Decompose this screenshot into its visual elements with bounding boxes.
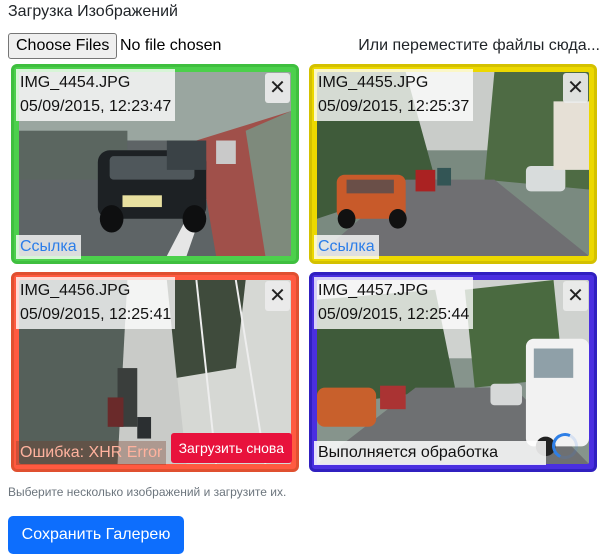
image-card-3: IMG_4456.JPG 05/09/2015, 12:25:41 ✕ Ошиб… (11, 272, 299, 472)
image-card-4: IMG_4457.JPG 05/09/2015, 12:25:44 ✕ Выпо… (309, 272, 597, 472)
upload-error-text: Ошибка: XHR Error (16, 441, 166, 465)
page-title: Загрузка Изображений (8, 3, 178, 20)
image-card-1: IMG_4454.JPG 05/09/2015, 12:23:47 ✕ Ссыл… (11, 64, 299, 264)
close-icon[interactable]: ✕ (265, 281, 290, 311)
close-icon[interactable]: ✕ (563, 73, 588, 103)
image-link[interactable]: Ссылка (16, 235, 81, 259)
image-filename: IMG_4454.JPG (20, 74, 131, 91)
image-link[interactable]: Ссылка (314, 235, 379, 259)
save-gallery-button[interactable]: Сохранить Галерею (8, 516, 184, 554)
image-meta: IMG_4455.JPG 05/09/2015, 12:25:37 (314, 69, 474, 121)
choose-files-button[interactable]: Choose Files (8, 33, 118, 59)
processing-status: Выполняется обработка (314, 441, 546, 465)
image-timestamp: 05/09/2015, 12:25:37 (318, 98, 470, 115)
image-filename: IMG_4456.JPG (20, 282, 131, 299)
image-timestamp: 05/09/2015, 12:25:44 (318, 306, 470, 323)
drop-zone-hint[interactable]: Или переместите файлы сюда... (358, 37, 600, 55)
image-meta: IMG_4456.JPG 05/09/2015, 12:25:41 (16, 277, 176, 329)
image-meta: IMG_4457.JPG 05/09/2015, 12:25:44 (314, 277, 474, 329)
image-card-2: IMG_4455.JPG 05/09/2015, 12:25:37 ✕ Ссыл… (309, 64, 597, 264)
image-filename: IMG_4457.JPG (318, 282, 429, 299)
image-filename: IMG_4455.JPG (318, 74, 429, 91)
retry-upload-button[interactable]: Загрузить снова (170, 433, 292, 463)
image-timestamp: 05/09/2015, 12:25:41 (20, 306, 172, 323)
image-timestamp: 05/09/2015, 12:23:47 (20, 98, 172, 115)
image-meta: IMG_4454.JPG 05/09/2015, 12:23:47 (16, 69, 176, 121)
help-text: Выберите несколько изображений и загрузи… (8, 485, 287, 499)
close-icon[interactable]: ✕ (563, 281, 588, 311)
file-input-row: Choose Files No file chosen Или перемест… (8, 33, 600, 59)
close-icon[interactable]: ✕ (265, 73, 290, 103)
no-file-chosen-text: No file chosen (120, 37, 222, 54)
